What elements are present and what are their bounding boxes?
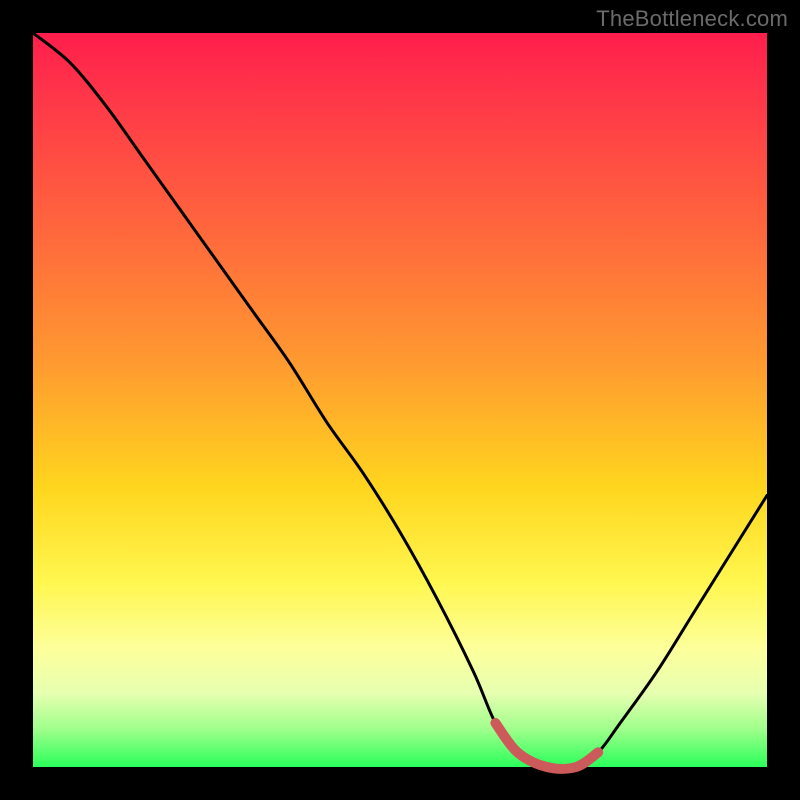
plot-area xyxy=(33,33,767,767)
bottleneck-curve-path xyxy=(33,33,767,769)
bottleneck-curve-svg xyxy=(33,33,767,767)
optimal-zone-highlight xyxy=(495,723,598,769)
chart-frame: TheBottleneck.com xyxy=(0,0,800,800)
watermark-text: TheBottleneck.com xyxy=(596,6,788,32)
